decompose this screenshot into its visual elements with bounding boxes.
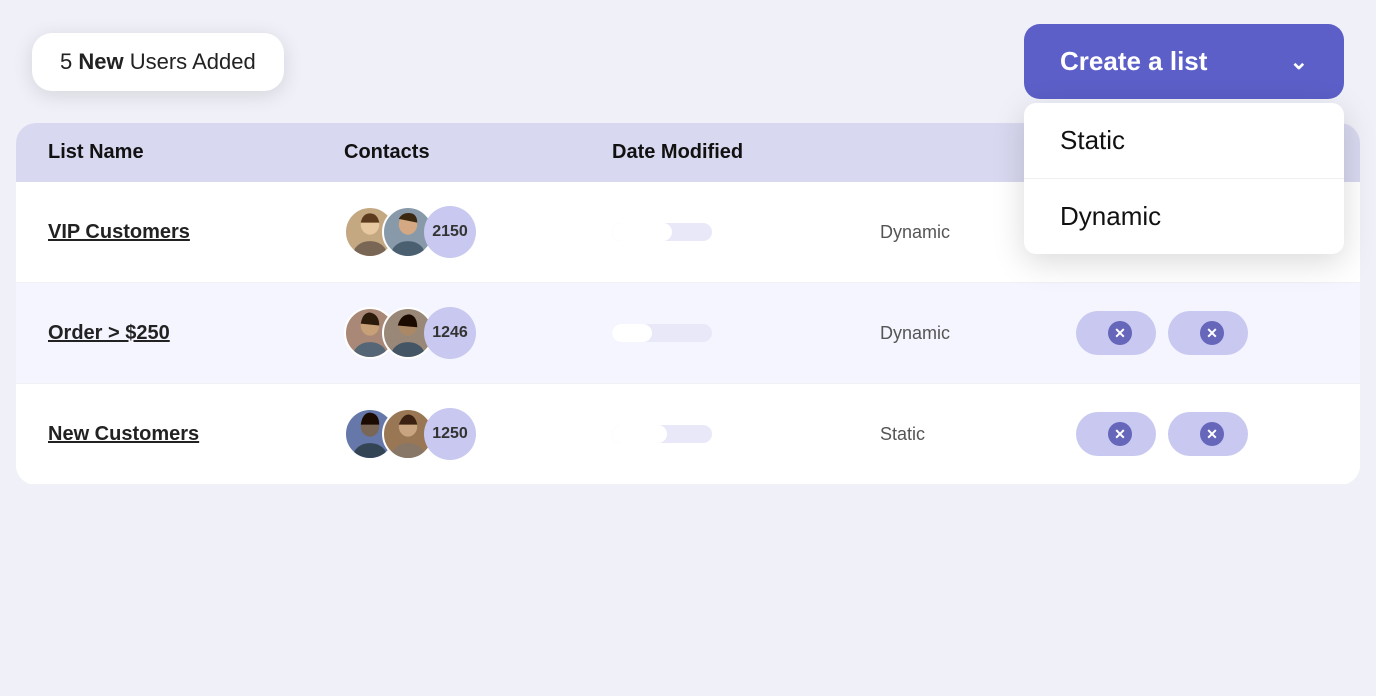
actions-cell-new: ✕ ✕	[1076, 412, 1328, 456]
notification-bold: New	[78, 49, 123, 74]
bar-cell-vip	[612, 223, 864, 241]
x-icon-6: ✕	[1200, 422, 1224, 446]
type-badge-new: Static	[880, 424, 1060, 445]
avatar-stack-vip: 2150	[344, 206, 476, 258]
top-bar: 5 New Users Added Create a list ⌄ Static…	[0, 0, 1376, 123]
count-badge-vip: 2150	[424, 206, 476, 258]
dropdown-item-dynamic[interactable]: Dynamic	[1024, 179, 1344, 254]
create-list-container: Create a list ⌄ Static Dynamic	[1024, 24, 1344, 99]
col-header-date: Date Modified	[612, 141, 864, 164]
chevron-down-icon: ⌄	[1290, 49, 1308, 75]
create-list-button[interactable]: Create a list ⌄	[1024, 24, 1344, 99]
notification-badge: 5 New Users Added	[32, 33, 284, 91]
progress-bar-new	[612, 425, 712, 443]
bar-cell-new	[612, 425, 864, 443]
create-list-label: Create a list	[1060, 46, 1207, 77]
list-name-order[interactable]: Order > $250	[48, 322, 328, 345]
col-header-contacts: Contacts	[344, 141, 596, 164]
contacts-cell-order: 1246	[344, 307, 596, 359]
action-btn-2-order[interactable]: ✕	[1168, 311, 1248, 355]
notification-suffix: Users Added	[124, 49, 256, 74]
action-btn-2-new[interactable]: ✕	[1168, 412, 1248, 456]
col-header-name: List Name	[48, 141, 328, 164]
x-icon-5: ✕	[1108, 422, 1132, 446]
actions-cell-order: ✕ ✕	[1076, 311, 1328, 355]
type-badge-order: Dynamic	[880, 323, 1060, 344]
dropdown-item-static[interactable]: Static	[1024, 103, 1344, 179]
table-row: Order > $250 1246	[16, 283, 1360, 384]
contacts-cell-new: 1250	[344, 408, 596, 460]
list-name-new[interactable]: New Customers	[48, 423, 328, 446]
contacts-cell-vip: 2150	[344, 206, 596, 258]
count-badge-new: 1250	[424, 408, 476, 460]
x-icon-3: ✕	[1108, 321, 1132, 345]
x-icon-4: ✕	[1200, 321, 1224, 345]
bar-cell-order	[612, 324, 864, 342]
count-badge-order: 1246	[424, 307, 476, 359]
avatar-stack-new: 1250	[344, 408, 476, 460]
table-row: New Customers 1250	[16, 384, 1360, 485]
progress-bar-order	[612, 324, 712, 342]
avatar-stack-order: 1246	[344, 307, 476, 359]
notification-prefix: 5	[60, 49, 78, 74]
action-btn-1-order[interactable]: ✕	[1076, 311, 1156, 355]
progress-bar-vip	[612, 223, 712, 241]
action-btn-1-new[interactable]: ✕	[1076, 412, 1156, 456]
list-name-vip[interactable]: VIP Customers	[48, 221, 328, 244]
dropdown-menu: Static Dynamic	[1024, 103, 1344, 254]
